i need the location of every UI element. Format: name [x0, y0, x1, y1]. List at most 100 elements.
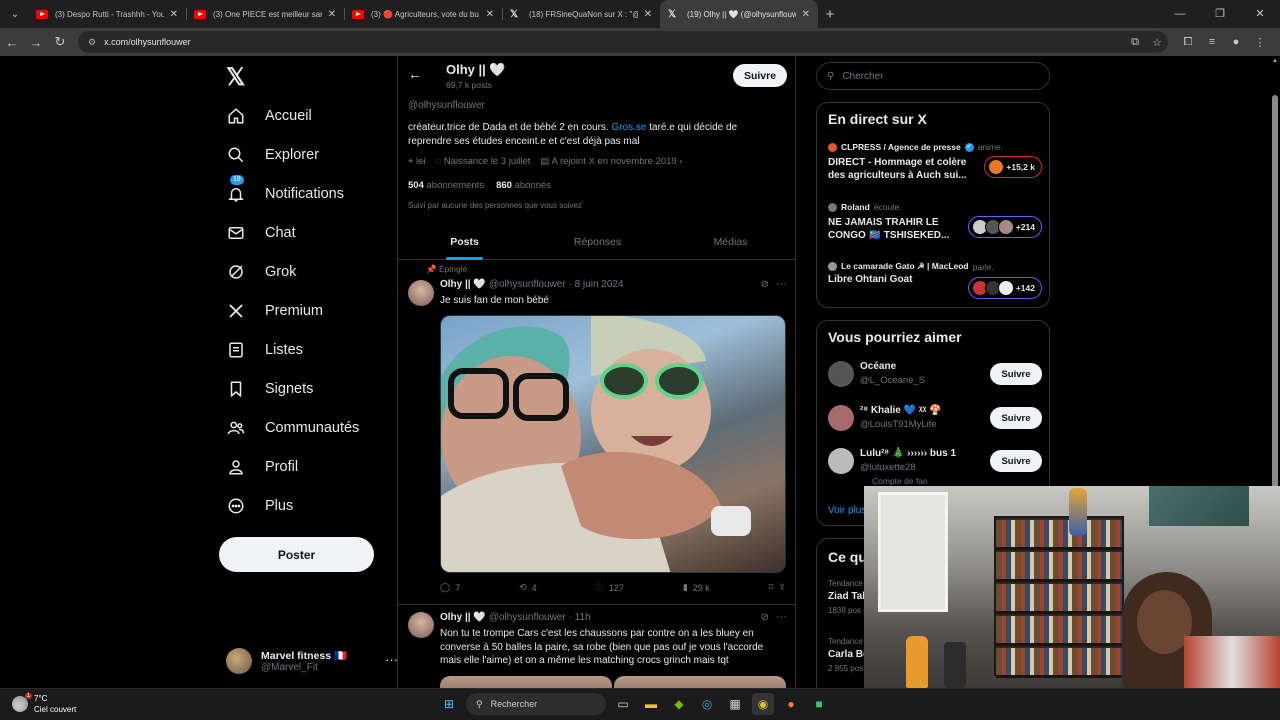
- browser-menu-icon[interactable]: ⋮: [1248, 36, 1272, 49]
- tweet-date[interactable]: · 11h: [568, 612, 590, 623]
- sidebar-item-premium[interactable]: Premium: [226, 296, 323, 326]
- trend-name[interactable]: Carla Bu: [828, 649, 869, 660]
- forward-arrow-icon[interactable]: →: [24, 35, 48, 50]
- restore-icon[interactable]: ❐: [1200, 0, 1240, 28]
- close-tab-icon[interactable]: ✕: [802, 9, 810, 20]
- sidebar-item-signets[interactable]: Signets: [226, 374, 313, 404]
- grok-icon[interactable]: ⊘: [761, 612, 769, 623]
- following-link[interactable]: 504 abonnements: [408, 180, 484, 191]
- suggested-account[interactable]: ²⁸ Khalie 💙 ᵡᵡ 🍄 @LouisT91MyLife Suivre: [828, 403, 1042, 435]
- weather-widget[interactable]: 1 7°C Ciel couvert: [12, 693, 76, 715]
- tweet[interactable]: Olhy || 🤍 @olhysunflouwer · 11h ⊘ ··· Non…: [398, 608, 795, 688]
- sidebar-item-notifications[interactable]: 19 Notifications: [226, 175, 344, 209]
- followers-link[interactable]: 860 abonnés: [496, 180, 551, 191]
- close-tab-icon[interactable]: ✕: [486, 9, 494, 20]
- back-arrow-icon[interactable]: ←: [408, 66, 422, 82]
- close-window-icon[interactable]: ✕: [1240, 0, 1280, 28]
- post-button[interactable]: Poster: [219, 537, 374, 572]
- joined-item[interactable]: ▤ A rejoint X en novembre 2019 ›: [540, 156, 682, 167]
- trend-name[interactable]: Ziad Tal: [828, 591, 865, 602]
- task-view-icon[interactable]: ▭: [612, 693, 634, 715]
- browser-tab[interactable]: (3) Despo Rutti - Trashhh - YouT ✕: [28, 0, 186, 28]
- firefox-icon[interactable]: ●: [780, 693, 802, 715]
- live-item[interactable]: CLPRESS / Agence de presse ✓ anime. DIRECT…: [828, 142, 1042, 188]
- tweet-photo[interactable]: [440, 315, 786, 573]
- views-button[interactable]: ▮ 29 k: [683, 582, 710, 593]
- back-arrow-icon[interactable]: ←: [0, 35, 24, 50]
- tweet[interactable]: 📌 Épinglé Olhy || 🤍 @olhysunflouwer · 8 j…: [398, 264, 795, 604]
- media-controls-icon[interactable]: ≡: [1200, 36, 1224, 49]
- reply-button[interactable]: ◯ 7: [440, 582, 460, 593]
- browser-tab[interactable]: (3) 🔴 Agriculteurs, vote du bu ✕: [344, 0, 502, 28]
- chrome-icon[interactable]: ◉: [752, 693, 774, 715]
- nvidia-icon[interactable]: ◆: [668, 693, 690, 715]
- follow-button[interactable]: Suivre: [733, 64, 787, 87]
- retweet-button[interactable]: ⟲ 4: [519, 582, 537, 593]
- browser-tab[interactable]: 𝕏 (18) FRSineQuaNon sur X : "@Ti ✕: [502, 0, 660, 28]
- edge-icon[interactable]: ◎: [696, 693, 718, 715]
- scrollbar-thumb[interactable]: [1272, 95, 1278, 515]
- grok-icon[interactable]: ⊘: [761, 279, 769, 290]
- sidebar-item-accueil[interactable]: Accueil: [226, 101, 312, 131]
- sidebar-item-grok[interactable]: Grok: [226, 257, 296, 287]
- bookmark-star-icon[interactable]: ☆: [1146, 36, 1168, 49]
- more-dots-icon[interactable]: ···: [776, 611, 787, 623]
- tab-posts[interactable]: Posts: [398, 226, 531, 260]
- avatar[interactable]: [408, 612, 434, 638]
- account-switcher[interactable]: Marvel fitness 🇫🇷 @Marvel_Fit ···: [226, 644, 398, 678]
- like-button[interactable]: ♡ 127: [596, 582, 624, 593]
- file-explorer-icon[interactable]: ▬: [640, 693, 662, 715]
- store-icon[interactable]: ▦: [724, 693, 746, 715]
- new-tab-button[interactable]: +: [818, 6, 842, 23]
- tweet-photo[interactable]: [440, 676, 612, 688]
- see-more-link[interactable]: Voir plus: [828, 505, 866, 516]
- app-icon[interactable]: ■: [808, 693, 830, 715]
- sidebar-item-explorer[interactable]: Explorer: [226, 140, 319, 170]
- close-tab-icon[interactable]: ✕: [328, 9, 336, 20]
- extensions-icon[interactable]: ⧠: [1176, 36, 1200, 49]
- x-logo-icon[interactable]: 𝕏: [226, 64, 254, 92]
- sidebar-item-communautes[interactable]: Communautés: [226, 413, 359, 443]
- install-app-icon[interactable]: ⧉: [1124, 36, 1146, 49]
- minimize-icon[interactable]: —: [1160, 0, 1200, 28]
- tweet-author-name[interactable]: Olhy || 🤍: [440, 279, 486, 290]
- tweet-photo[interactable]: [614, 676, 786, 688]
- close-tab-icon[interactable]: ✕: [644, 9, 652, 20]
- sidebar-item-listes[interactable]: Listes: [226, 335, 303, 365]
- profile-avatar-icon[interactable]: ●: [1224, 36, 1248, 49]
- close-tab-icon[interactable]: ✕: [170, 9, 178, 20]
- tweet-author-name[interactable]: Olhy || 🤍: [440, 612, 486, 623]
- taskbar-search[interactable]: ⚲ Rechercher: [466, 693, 606, 715]
- live-item[interactable]: Le camarade Gato ☭ | MacLeod parle. Libre…: [828, 261, 1042, 307]
- tab-media[interactable]: Médias: [664, 226, 795, 259]
- suggested-account[interactable]: Océane @L_Oceane_S Suivre: [828, 359, 1042, 391]
- live-listeners-pill[interactable]: +214: [967, 216, 1042, 238]
- windows-start-icon[interactable]: ⊞: [438, 693, 460, 715]
- tab-search-button[interactable]: ⌄: [2, 3, 28, 25]
- url-field[interactable]: ⚙ x.com/olhysunflouwer ⧉ ☆: [78, 31, 1168, 53]
- follow-button[interactable]: Suivre: [990, 450, 1042, 472]
- browser-tab[interactable]: (3) One PIECE est meilleur sans ✕: [186, 0, 344, 28]
- tab-replies[interactable]: Réponses: [531, 226, 664, 259]
- tweet-date[interactable]: · 8 juin 2024: [568, 279, 623, 290]
- sidebar-item-chat[interactable]: Chat: [226, 218, 296, 248]
- live-listeners-pill[interactable]: +15,2 k: [984, 156, 1042, 178]
- tweet-photo-grid[interactable]: [440, 676, 786, 688]
- search-input[interactable]: ⚲ Chercher: [816, 62, 1050, 90]
- share-icon[interactable]: ⇪: [778, 582, 786, 593]
- avatar[interactable]: [408, 280, 434, 306]
- sidebar-item-plus[interactable]: Plus: [226, 491, 293, 521]
- site-info-icon[interactable]: ⚙: [88, 37, 96, 48]
- more-dots-icon[interactable]: ···: [776, 278, 787, 290]
- live-item[interactable]: Roland écoute. NE JAMAIS TRAHIR LE CONGO …: [828, 202, 1042, 248]
- follow-button[interactable]: Suivre: [990, 363, 1042, 385]
- suggested-account[interactable]: Lulu²⁸ 🎄 ›››››› bus 1 @luluxette28 Suivr…: [828, 446, 1042, 486]
- browser-tab-active[interactable]: 𝕏 (19) Olhy || 🤍 (@olhysunflouw ✕: [660, 0, 818, 28]
- reload-icon[interactable]: ↻: [48, 34, 72, 50]
- bio-link[interactable]: Gros.se: [611, 122, 646, 133]
- live-listeners-pill[interactable]: +142: [967, 277, 1042, 299]
- sidebar-item-profil[interactable]: Profil: [226, 452, 298, 482]
- birthday-text: Naissance le 3 juillet: [443, 156, 531, 167]
- bookmark-button[interactable]: ⌑ ⇪: [769, 582, 786, 593]
- follow-button[interactable]: Suivre: [990, 407, 1042, 429]
